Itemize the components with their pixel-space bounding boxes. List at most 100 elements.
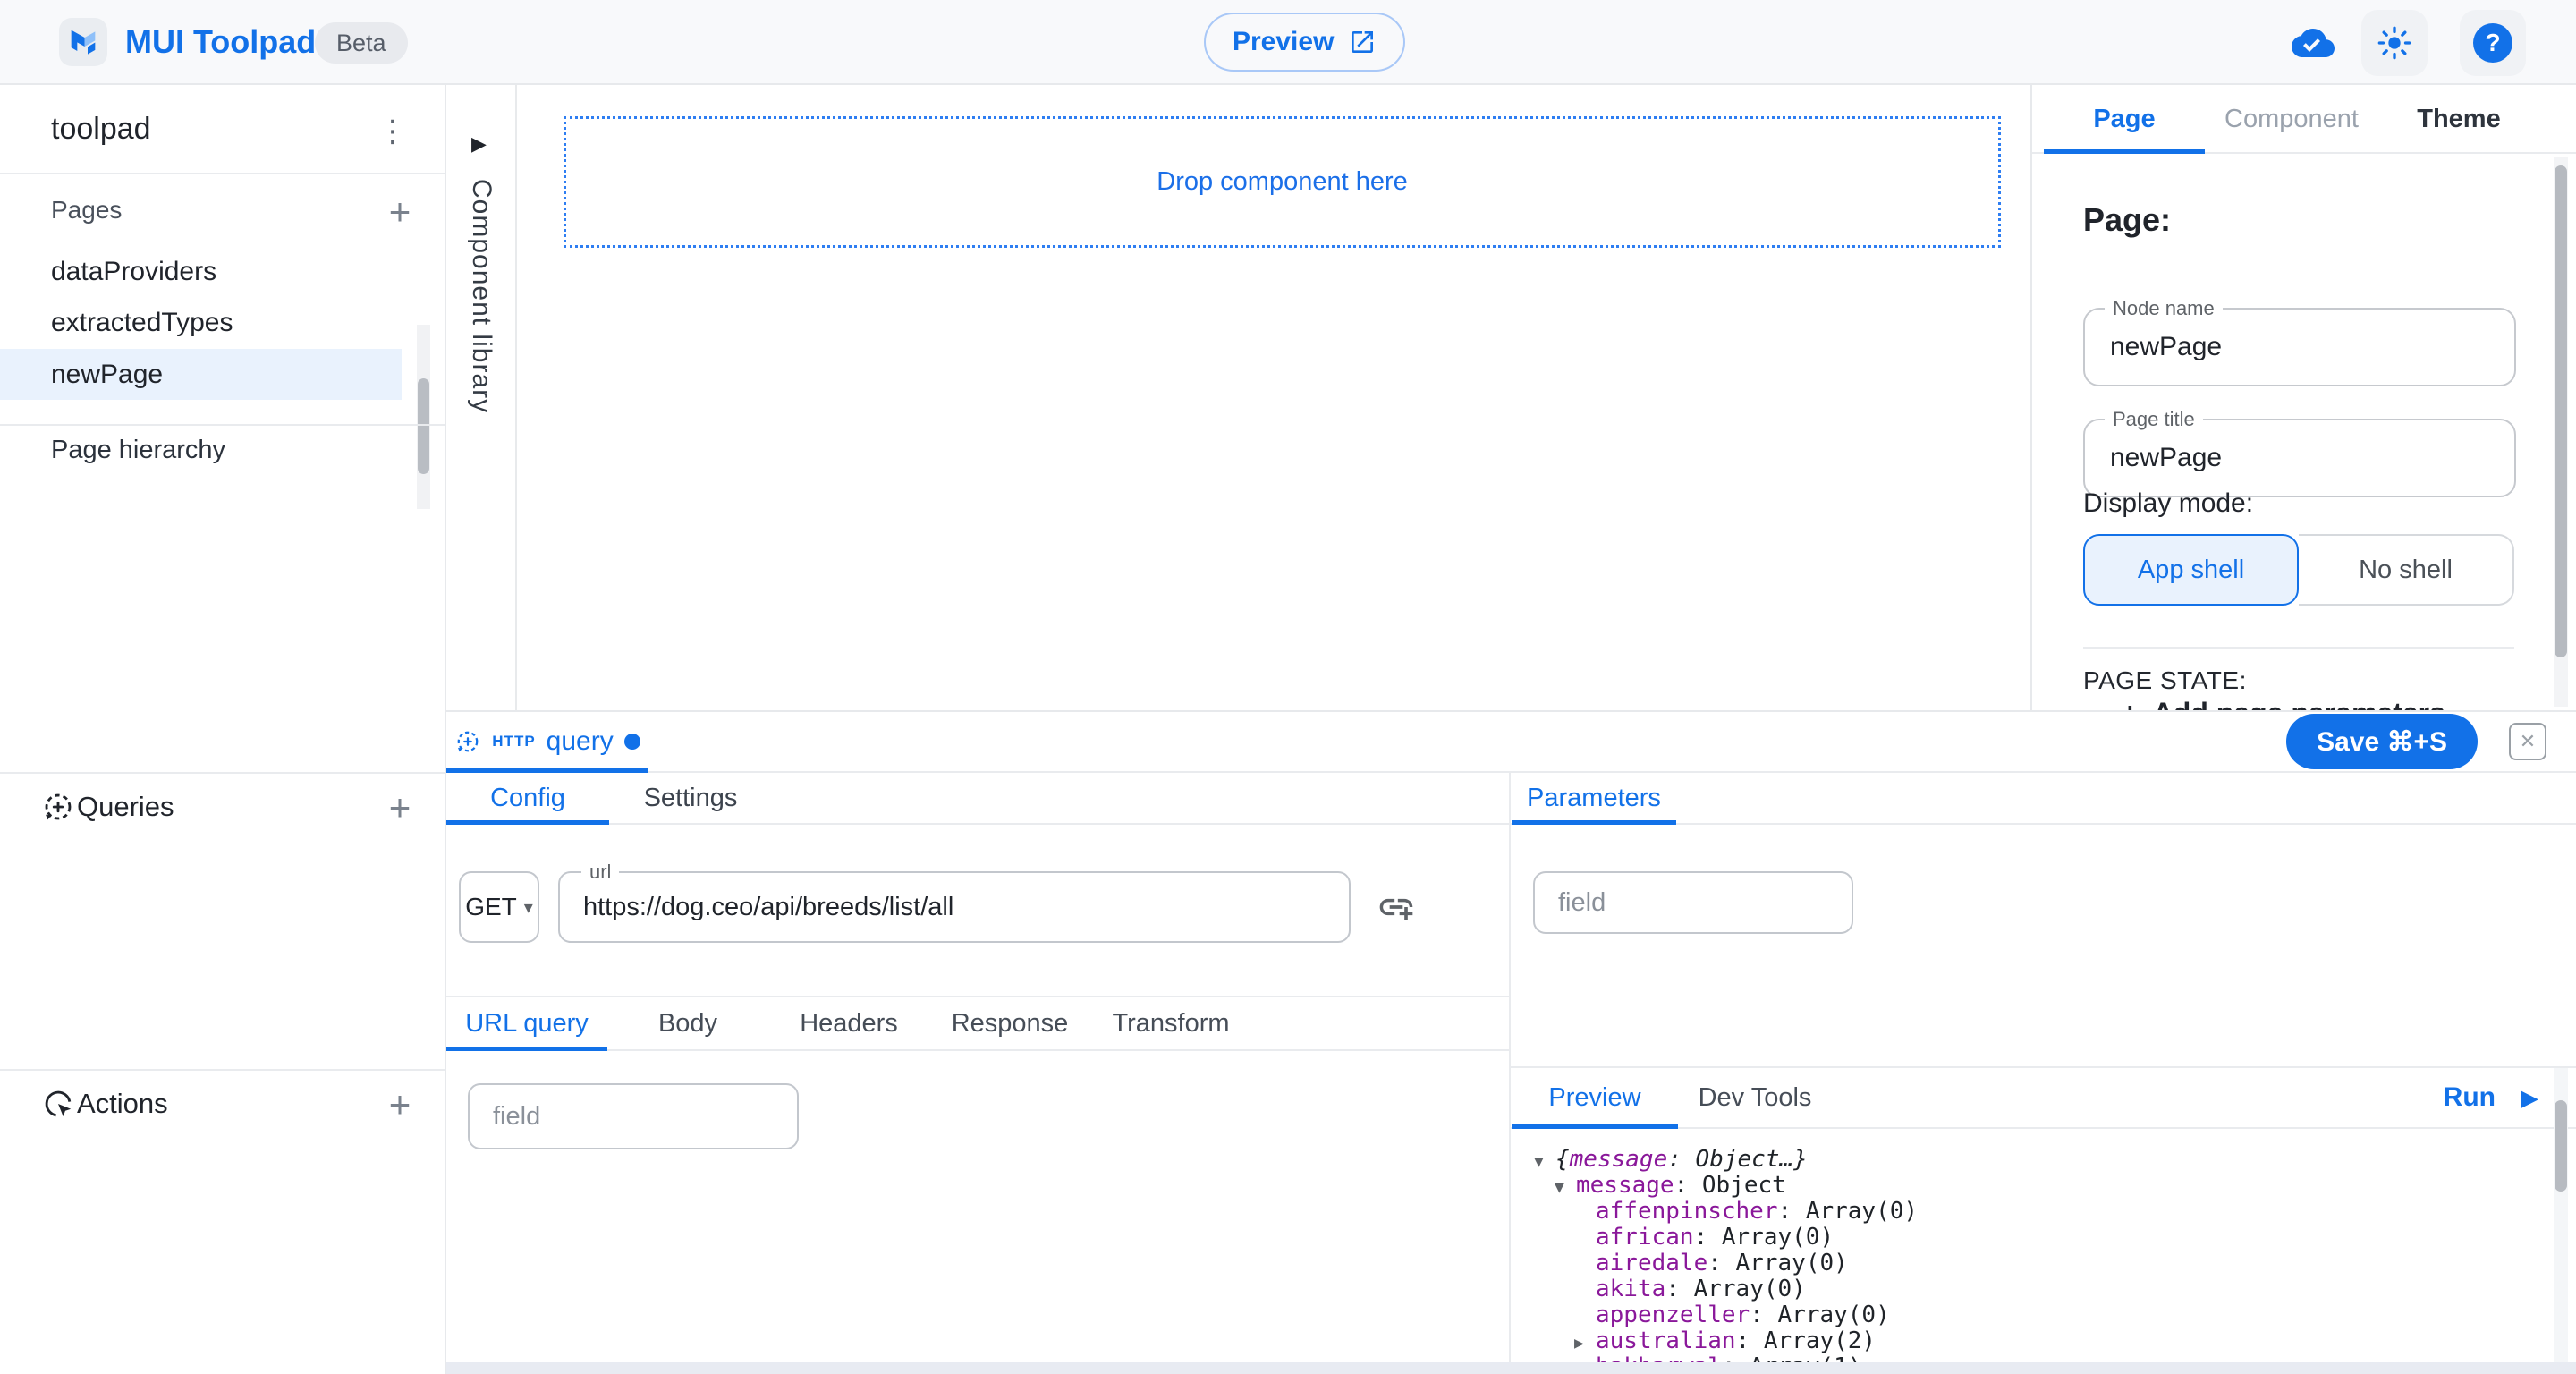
url-field: url bbox=[558, 871, 1351, 943]
tree-collapsed-icon[interactable]: ▶ bbox=[1574, 1330, 1596, 1356]
url-field-label: url bbox=[581, 861, 619, 884]
response-scrollbar-thumb[interactable] bbox=[2555, 1100, 2567, 1192]
tab-url-query[interactable]: URL query bbox=[446, 997, 607, 1049]
json-row[interactable]: akita: Array(0) bbox=[1525, 1276, 1918, 1302]
json-row[interactable]: african: Array(0) bbox=[1525, 1225, 1918, 1251]
divider bbox=[0, 173, 445, 174]
sidebar-item-newpage[interactable]: newPage bbox=[0, 349, 402, 400]
run-button[interactable]: Run bbox=[2444, 1068, 2496, 1127]
run-play-icon[interactable]: ▶ bbox=[2521, 1068, 2538, 1127]
add-page-parameters-button[interactable]: + Add page parameters bbox=[2122, 697, 2445, 710]
pages-scrollbar[interactable] bbox=[417, 325, 430, 509]
divider bbox=[2083, 647, 2514, 649]
divider bbox=[0, 1069, 445, 1071]
page-state-label: PAGE STATE: bbox=[2083, 666, 2247, 695]
request-tabs: URL query Body Headers Response Transfor… bbox=[446, 996, 1509, 1051]
tab-headers[interactable]: Headers bbox=[768, 997, 929, 1049]
json-key: airedale bbox=[1596, 1250, 1707, 1276]
tree-expanded-icon[interactable]: ▼ bbox=[1534, 1149, 1555, 1175]
page-section-heading: Page: bbox=[2083, 201, 2171, 239]
sidebar-item-dataproviders[interactable]: dataProviders bbox=[0, 246, 402, 297]
json-value: Object bbox=[1702, 1172, 1786, 1199]
tab-component[interactable]: Component bbox=[2211, 85, 2372, 154]
query-editor-panel: HTTP query Save ⌘+S ✕ Config Settings GE… bbox=[446, 710, 2576, 1374]
add-query-button[interactable]: + bbox=[378, 786, 421, 829]
json-row[interactable]: ▼message: Object bbox=[1525, 1173, 1918, 1199]
node-name-label: Node name bbox=[2105, 297, 2223, 320]
json-key: australian bbox=[1596, 1327, 1736, 1354]
json-value: Array(0) bbox=[1694, 1276, 1806, 1302]
tab-settings[interactable]: Settings bbox=[609, 773, 772, 823]
tab-theme[interactable]: Theme bbox=[2378, 85, 2539, 154]
actions-section-label: Actions bbox=[77, 1088, 168, 1120]
page-hierarchy-label: Page hierarchy bbox=[51, 436, 225, 465]
add-page-button[interactable]: + bbox=[378, 191, 421, 233]
no-shell-option[interactable]: No shell bbox=[2299, 534, 2514, 606]
http-protocol-badge: HTTP bbox=[492, 733, 535, 751]
add-action-button[interactable]: + bbox=[378, 1083, 421, 1126]
app-title: MUI Toolpad bbox=[125, 23, 316, 61]
json-row[interactable]: appenzeller: Array(0) bbox=[1525, 1302, 1918, 1328]
json-row[interactable]: airedale: Array(0) bbox=[1525, 1251, 1918, 1276]
project-menu-button[interactable]: ⋮ bbox=[375, 112, 411, 151]
save-button[interactable]: Save ⌘+S bbox=[2286, 714, 2478, 769]
preview-button-label: Preview bbox=[1233, 27, 1334, 57]
actions-icon bbox=[41, 1087, 75, 1125]
page-title-input[interactable] bbox=[2085, 420, 2514, 496]
tab-preview[interactable]: Preview bbox=[1512, 1068, 1678, 1127]
tab-page[interactable]: Page bbox=[2044, 85, 2205, 154]
page-item-label: dataProviders bbox=[51, 257, 216, 287]
tab-parameters[interactable]: Parameters bbox=[1512, 773, 1676, 823]
add-page-parameters-label: Add page parameters bbox=[2153, 697, 2445, 710]
tab-dev-tools[interactable]: Dev Tools bbox=[1678, 1068, 1832, 1127]
top-bar: MUI Toolpad Beta Preview ? bbox=[0, 0, 2576, 85]
help-button[interactable]: ? bbox=[2460, 10, 2526, 76]
divider bbox=[0, 772, 445, 774]
query-tab[interactable]: HTTP query bbox=[446, 712, 648, 771]
page-item-label: extractedTypes bbox=[51, 308, 233, 338]
response-scrollbar[interactable] bbox=[2554, 1068, 2568, 1362]
node-name-input[interactable] bbox=[2085, 310, 2514, 385]
theme-toggle-button[interactable] bbox=[2361, 10, 2428, 76]
url-input[interactable] bbox=[560, 873, 1349, 941]
active-parameters-tab-indicator bbox=[1512, 820, 1676, 825]
inspector-scrollbar[interactable] bbox=[2554, 157, 2568, 707]
json-row[interactable]: ▶australian: Array(2) bbox=[1525, 1328, 1918, 1354]
component-dropzone[interactable]: Drop component here bbox=[564, 116, 2001, 248]
pages-scrollbar-thumb[interactable] bbox=[418, 378, 429, 474]
json-value: Array(2) bbox=[1764, 1327, 1876, 1354]
tab-body[interactable]: Body bbox=[607, 997, 768, 1049]
sidebar-item-extractedtypes[interactable]: extractedTypes bbox=[0, 297, 402, 348]
component-library-label: Component library bbox=[466, 179, 496, 413]
response-json-tree: ▼{message: Object…} ▼message: Object aff… bbox=[1525, 1147, 1918, 1374]
json-row[interactable]: affenpinscher: Array(0) bbox=[1525, 1199, 1918, 1225]
page-item-label: newPage bbox=[51, 360, 163, 390]
inspector-scrollbar-thumb[interactable] bbox=[2555, 165, 2567, 657]
tab-transform[interactable]: Transform bbox=[1090, 997, 1251, 1049]
tab-response[interactable]: Response bbox=[929, 997, 1090, 1049]
help-icon: ? bbox=[2473, 23, 2512, 63]
divider bbox=[0, 424, 445, 426]
json-value: Array(0) bbox=[1778, 1302, 1890, 1328]
url-query-field-input[interactable] bbox=[470, 1085, 797, 1148]
json-value: Object…} bbox=[1696, 1146, 1808, 1173]
json-key: african bbox=[1596, 1224, 1694, 1251]
json-key: message bbox=[1570, 1146, 1668, 1173]
add-binding-link-icon[interactable] bbox=[1377, 887, 1416, 927]
component-library-panel[interactable]: ▶ Component library bbox=[446, 85, 517, 710]
page-canvas: ▶ Component library Drop component here bbox=[446, 85, 2030, 710]
json-key: akita bbox=[1596, 1276, 1665, 1302]
unsaved-indicator-dot bbox=[624, 734, 640, 750]
dropzone-label: Drop component here bbox=[1157, 167, 1408, 197]
tab-config[interactable]: Config bbox=[446, 773, 609, 823]
parameters-field bbox=[1533, 871, 1853, 934]
tree-expanded-icon[interactable]: ▼ bbox=[1555, 1175, 1576, 1200]
http-method-select[interactable]: GET ▾ bbox=[459, 871, 539, 943]
close-panel-button[interactable]: ✕ bbox=[2509, 723, 2546, 760]
app-shell-option[interactable]: App shell bbox=[2083, 534, 2299, 606]
parameters-field-input[interactable] bbox=[1535, 873, 1852, 932]
preview-button[interactable]: Preview bbox=[1204, 13, 1405, 72]
expand-panel-icon[interactable]: ▶ bbox=[471, 132, 487, 156]
json-value: Array(0) bbox=[1806, 1198, 1918, 1225]
json-root-row[interactable]: ▼{message: Object…} bbox=[1525, 1147, 1918, 1173]
